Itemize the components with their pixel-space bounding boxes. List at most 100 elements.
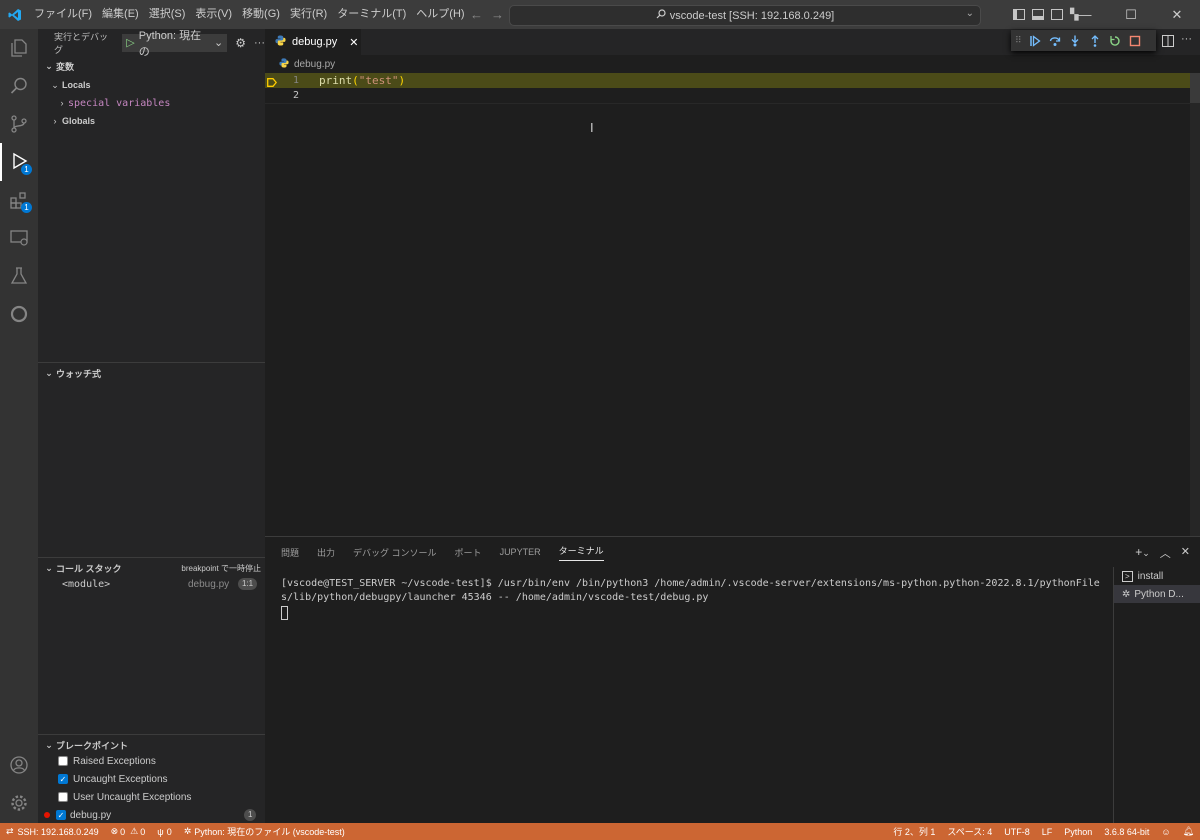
current-line-border <box>265 103 1190 104</box>
breadcrumb-file[interactable]: debug.py <box>294 59 335 70</box>
tab-jupyter[interactable]: JUPYTER <box>500 547 541 557</box>
close-tab-icon[interactable]: ✕ <box>349 36 358 49</box>
broadcast-icon: ψ <box>157 826 164 837</box>
checkbox-checked[interactable]: ✓ <box>56 810 66 820</box>
checkbox-unchecked[interactable] <box>58 792 68 802</box>
remote-icon: ⇄ <box>6 826 14 836</box>
tab-problems[interactable]: 問題 <box>281 546 299 559</box>
account-icon[interactable] <box>0 746 38 784</box>
step-into-icon[interactable] <box>1068 34 1082 48</box>
breadcrumb[interactable]: debug.py <box>265 55 1200 73</box>
search-activity-icon[interactable] <box>0 67 38 105</box>
checkbox-unchecked[interactable] <box>58 756 68 766</box>
start-debug-icon[interactable]: ▷ <box>126 36 134 49</box>
title-bar: ファイル(F) 編集(E) 選択(S) 表示(V) 移動(G) 実行(R) ター… <box>0 0 1200 29</box>
stop-icon[interactable] <box>1128 34 1142 48</box>
problems-indicator[interactable]: ⊗ 0 ⚠ 0 <box>105 826 152 837</box>
forward-arrow-icon[interactable]: → <box>491 7 504 22</box>
testing-flask-icon[interactable] <box>0 257 38 295</box>
indentation[interactable]: スペース: 4 <box>941 825 998 838</box>
manage-gear-icon[interactable] <box>0 784 38 822</box>
close-window-icon[interactable]: ✕ <box>1154 0 1200 29</box>
editor-more-actions-icon[interactable]: ··· <box>1181 33 1192 45</box>
breakpoints-title: ブレークポイント <box>56 740 129 751</box>
edge-browser-icon[interactable] <box>0 295 38 333</box>
maximize-icon[interactable]: ☐ <box>1108 0 1154 29</box>
explorer-icon[interactable] <box>0 29 38 67</box>
breakpoint-user-uncaught-exceptions[interactable]: User Uncaught Exceptions <box>38 788 261 806</box>
locals-label: Locals <box>62 80 91 90</box>
search-icon <box>656 9 666 22</box>
callstack-frame[interactable]: <module> debug.py 1:1 <box>38 575 261 593</box>
menu-help[interactable]: ヘルプ(H) <box>411 0 469 29</box>
code-function-name: print <box>319 74 353 87</box>
menu-file[interactable]: ファイル(F) <box>29 0 97 29</box>
debug-config-status[interactable]: ✲ Python: 現在のファイル (vscode-test) <box>178 825 351 838</box>
run-debug-icon[interactable]: 1 <box>0 143 38 181</box>
menu-terminal[interactable]: ターミナル(T) <box>332 0 411 29</box>
code-editor[interactable]: 1 print("test") 2 I <box>265 73 1200 536</box>
terminal-item-python-debug[interactable]: ✲ Python D... <box>1114 585 1200 603</box>
end-of-line[interactable]: LF <box>1036 827 1059 837</box>
checkbox-checked[interactable]: ✓ <box>58 774 68 784</box>
source-control-icon[interactable] <box>0 105 38 143</box>
cursor-position[interactable]: 行 2、列 1 <box>887 825 941 838</box>
extensions-icon[interactable]: 1 <box>0 181 38 219</box>
special-variables-node[interactable]: › special variables <box>38 94 265 112</box>
minimize-icon[interactable]: — <box>1062 0 1108 29</box>
tab-ports[interactable]: ポート <box>455 546 482 559</box>
editor-scrollbar[interactable] <box>1190 73 1200 536</box>
code-line-1[interactable]: 1 print("test") <box>265 73 1190 88</box>
terminal-item-install[interactable]: > install <box>1114 567 1200 585</box>
toggle-primary-sidebar-icon[interactable] <box>1013 9 1025 20</box>
encoding[interactable]: UTF-8 <box>998 827 1036 837</box>
menu-run[interactable]: 実行(R) <box>285 0 332 29</box>
debug-settings-gear-icon[interactable]: ⚙ <box>235 36 246 50</box>
breakpoint-uncaught-exceptions[interactable]: ✓ Uncaught Exceptions <box>38 770 261 788</box>
language-mode[interactable]: Python <box>1058 827 1098 837</box>
remote-indicator[interactable]: ⇄ SSH: 192.168.0.249 <box>0 826 105 837</box>
menu-go[interactable]: 移動(G) <box>237 0 285 29</box>
toggle-panel-icon[interactable] <box>1032 9 1044 20</box>
watch-section-header[interactable]: ⌄ ウォッチ式 <box>38 362 265 383</box>
continue-icon[interactable] <box>1028 34 1042 48</box>
debug-config-status-label: Python: 現在のファイル (vscode-test) <box>194 827 345 837</box>
breakpoint-file-debug[interactable]: ✓ debug.py 1 <box>38 806 261 824</box>
menu-view[interactable]: 表示(V) <box>190 0 237 29</box>
warning-count: 0 <box>140 826 146 837</box>
feedback-icon[interactable]: ☺ <box>1155 827 1176 837</box>
globals-scope[interactable]: › Globals <box>38 112 265 130</box>
menu-selection[interactable]: 選択(S) <box>144 0 191 29</box>
code-line-2[interactable]: 2 <box>265 88 1190 103</box>
new-terminal-plus-icon[interactable]: +⌄ <box>1135 545 1150 561</box>
drag-handle-icon[interactable]: ⠿ <box>1015 35 1022 46</box>
scrollbar-thumb[interactable] <box>1190 73 1200 103</box>
tab-output[interactable]: 出力 <box>317 546 335 559</box>
command-center[interactable]: vscode-test [SSH: 192.168.0.249] ⌄ <box>509 5 981 26</box>
more-actions-icon[interactable]: ··· <box>254 37 265 49</box>
callstack-status: breakpoint で一時停止 <box>181 563 261 573</box>
notifications-bell-icon[interactable]: 🔔︎ <box>1177 826 1200 837</box>
python-interpreter[interactable]: 3.6.8 64-bit <box>1098 827 1155 837</box>
back-arrow-icon[interactable]: ← <box>470 7 483 22</box>
chevron-right-icon: › <box>60 98 64 108</box>
chevron-down-icon: ⌄ <box>45 562 53 573</box>
breakpoint-raised-exceptions[interactable]: Raised Exceptions <box>38 752 261 770</box>
split-editor-icon[interactable] <box>1162 35 1174 50</box>
remote-explorer-icon[interactable] <box>0 219 38 257</box>
menu-edit[interactable]: 編集(E) <box>97 0 144 29</box>
maximize-panel-chevron-up-icon[interactable]: ︿ <box>1160 545 1171 561</box>
close-panel-icon[interactable]: ✕ <box>1181 545 1190 561</box>
restart-icon[interactable] <box>1108 34 1122 48</box>
locals-scope[interactable]: ⌄ Locals <box>38 76 265 94</box>
terminal-item-label: Python D... <box>1134 588 1184 600</box>
ports-indicator[interactable]: ψ 0 <box>151 827 177 837</box>
step-over-icon[interactable] <box>1048 34 1062 48</box>
tab-debug-console[interactable]: デバッグ コンソール <box>353 546 437 559</box>
step-out-icon[interactable] <box>1088 34 1102 48</box>
tab-debug-py[interactable]: debug.py ✕ <box>265 29 361 55</box>
terminal-output[interactable]: [vscode@TEST_SERVER ~/vscode-test]$ /usr… <box>281 577 1101 620</box>
tab-terminal[interactable]: ターミナル <box>558 544 604 561</box>
debug-config-select[interactable]: ▷ Python: 現在の ⌄ <box>122 30 228 58</box>
variables-section-header[interactable]: ⌄ 変数 <box>38 56 265 76</box>
